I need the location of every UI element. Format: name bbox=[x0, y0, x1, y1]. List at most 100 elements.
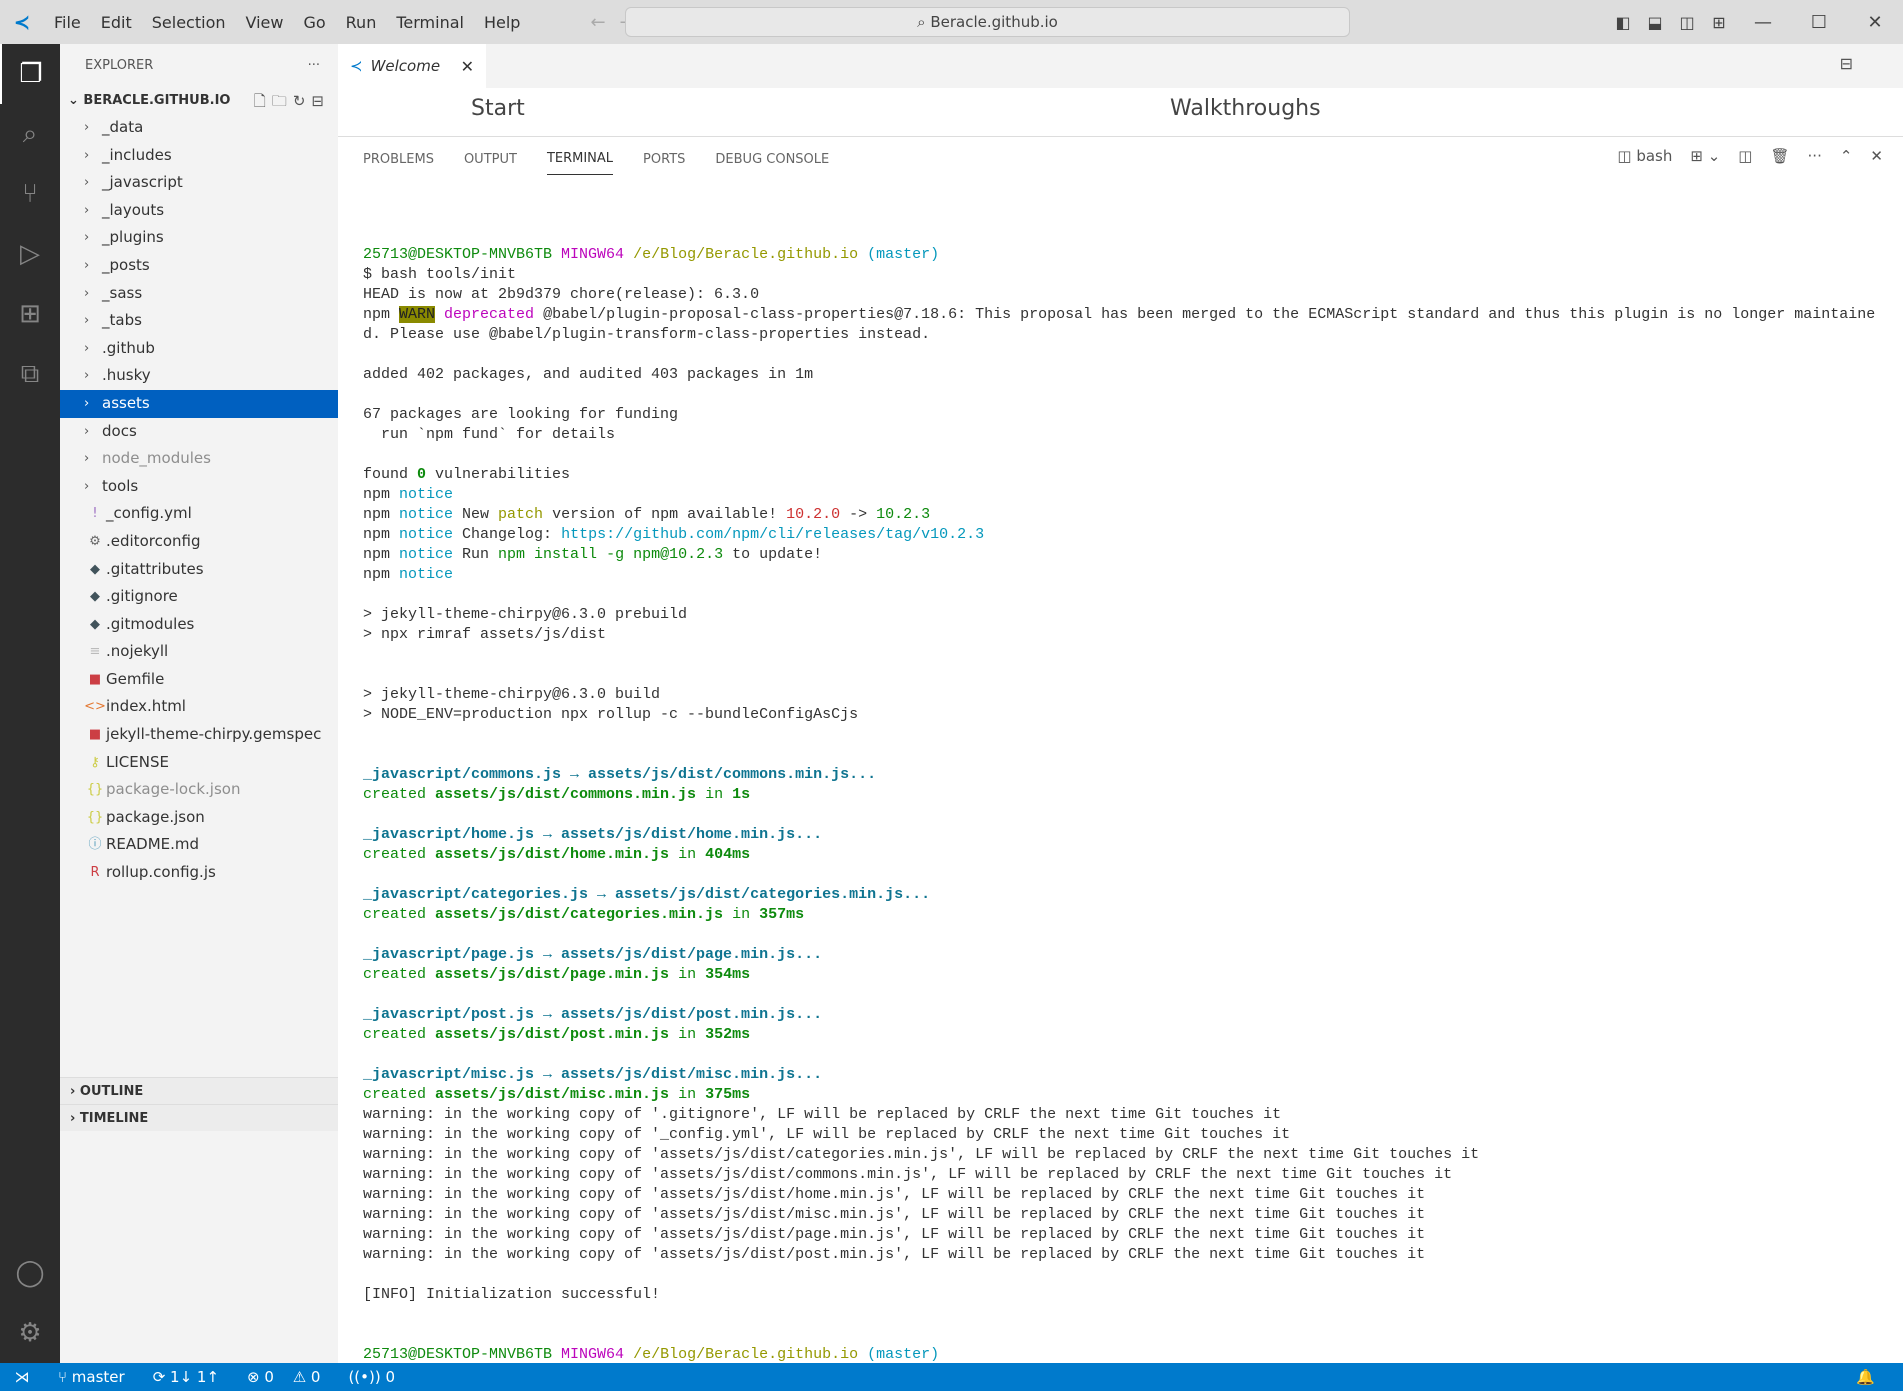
file-item[interactable]: Rrollup.config.js bbox=[60, 859, 338, 887]
file-item[interactable]: <> index.html bbox=[60, 693, 338, 721]
terminal-line: 25713@DESKTOP-MNVB6TB MINGW64 /e/Blog/Be… bbox=[363, 245, 1875, 265]
terminal-shell-selector[interactable]: ◫ bash bbox=[1617, 147, 1672, 165]
terminal-line: npm notice Run npm install -g npm@10.2.3… bbox=[363, 545, 1875, 565]
explorer-sidebar: EXPLORER ··· ⌄ BERACLE.GITHUB.IO 🗋🗀↻⊟ › _d… bbox=[60, 44, 338, 1363]
folder-item[interactable]: › assets bbox=[60, 389, 338, 418]
back-icon[interactable]: ← bbox=[590, 12, 619, 33]
folder-item[interactable]: › node_modules bbox=[60, 445, 338, 473]
new-folder-icon[interactable]: 🗀 bbox=[272, 92, 293, 110]
search-icon[interactable]: ⌕ bbox=[0, 104, 60, 164]
notifications-bell-icon[interactable]: 🔔 bbox=[1856, 1368, 1875, 1386]
remote-explorer-icon[interactable]: ⧉ bbox=[0, 344, 60, 404]
file-item[interactable]: ■ Gemfile bbox=[60, 666, 338, 694]
file-item[interactable]: ◆ .gitattributes bbox=[60, 556, 338, 584]
terminal-text: /e/Blog/Beracle.github.io bbox=[633, 246, 859, 263]
explorer-icon[interactable]: ❐ bbox=[0, 44, 60, 104]
account-icon[interactable]: ◯ bbox=[0, 1243, 60, 1303]
more-actions-icon[interactable]: ··· bbox=[308, 44, 320, 88]
terminal-line: d. Please use @babel/plugin-transform-cl… bbox=[363, 325, 1875, 345]
menu-terminal[interactable]: Terminal bbox=[396, 13, 464, 32]
kill-terminal-icon[interactable]: 🗑 bbox=[1770, 147, 1789, 165]
folder-item[interactable]: › _layouts bbox=[60, 197, 338, 225]
panel-tab-terminal[interactable]: TERMINAL bbox=[546, 143, 614, 175]
folder-item[interactable]: › .github bbox=[60, 335, 338, 363]
customize-layout-icon[interactable]: ⊞ bbox=[1703, 13, 1735, 32]
source-control-icon[interactable]: ⑂ bbox=[0, 164, 60, 224]
file-item[interactable]: {} package.json bbox=[60, 804, 338, 832]
file-item[interactable]: ◆ .gitignore bbox=[60, 583, 338, 611]
folder-item[interactable]: › docs bbox=[60, 418, 338, 446]
menu-help[interactable]: Help bbox=[484, 13, 520, 32]
close-panel-icon[interactable]: ✕ bbox=[1870, 147, 1883, 165]
file-item[interactable]: ⚷ LICENSE bbox=[60, 749, 338, 777]
terminal-output[interactable]: 25713@DESKTOP-MNVB6TB MINGW64 /e/Blog/Be… bbox=[363, 225, 1875, 1385]
item-label: package.json bbox=[106, 807, 205, 826]
panel-tab-debug-console[interactable]: DEBUG CONSOLE bbox=[715, 144, 829, 175]
file-item[interactable]: ! _config.yml bbox=[60, 500, 338, 528]
folder-item[interactable]: › _data bbox=[60, 114, 338, 142]
file-item[interactable]: {} package-lock.json bbox=[60, 776, 338, 804]
close-tab-icon[interactable]: ✕ bbox=[461, 57, 474, 76]
folder-item[interactable]: › _plugins bbox=[60, 224, 338, 252]
chevron-right-icon: › bbox=[84, 175, 90, 191]
split-editor-icon[interactable]: ⊟ bbox=[1840, 54, 1853, 73]
file-item[interactable]: ⓘ README.md bbox=[60, 831, 338, 859]
ports-indicator[interactable]: ((•)) 0 bbox=[348, 1368, 409, 1386]
file-item[interactable]: ≡ .nojekyll bbox=[60, 638, 338, 666]
file-type-icon: ⚷ bbox=[90, 754, 100, 770]
more-actions-icon[interactable]: ··· bbox=[1808, 147, 1822, 165]
minimize-button[interactable]: — bbox=[1735, 12, 1791, 33]
folder-item[interactable]: › .husky bbox=[60, 362, 338, 390]
extensions-icon[interactable]: ⊞ bbox=[0, 284, 60, 344]
new-terminal-dropdown-icon[interactable]: ⊞ ⌄ bbox=[1690, 147, 1720, 165]
settings-gear-icon[interactable]: ⚙ bbox=[0, 1303, 60, 1363]
problems-indicator[interactable]: ⊗ 0 ⚠ 0 bbox=[247, 1368, 334, 1386]
refresh-icon[interactable]: ↻ bbox=[293, 92, 312, 110]
menu-selection[interactable]: Selection bbox=[152, 13, 226, 32]
maximize-button[interactable]: ☐ bbox=[1791, 12, 1847, 33]
panel-tab-problems[interactable]: PROBLEMS bbox=[363, 144, 434, 175]
new-file-icon[interactable]: 🗋 bbox=[254, 92, 272, 110]
folder-item[interactable]: › _posts bbox=[60, 252, 338, 280]
command-center-search[interactable]: ⌕ Beracle.github.io bbox=[625, 7, 1350, 37]
panel-tab-output[interactable]: OUTPUT bbox=[464, 144, 517, 175]
file-item[interactable]: ■ jekyll-theme-chirpy.gemspec bbox=[60, 721, 338, 749]
folder-item[interactable]: › _javascript bbox=[60, 169, 338, 197]
menu-run[interactable]: Run bbox=[346, 13, 377, 32]
folder-item[interactable]: › tools bbox=[60, 473, 338, 501]
folder-item[interactable]: › _includes bbox=[60, 142, 338, 170]
menu-view[interactable]: View bbox=[246, 13, 284, 32]
panel-tab-ports[interactable]: PORTS bbox=[643, 144, 685, 175]
file-item[interactable]: ⚙ .editorconfig bbox=[60, 528, 338, 556]
branch-indicator[interactable]: ⑂ master bbox=[58, 1368, 139, 1386]
menu-edit[interactable]: Edit bbox=[101, 13, 132, 32]
toggle-panel-icon[interactable]: ⬓ bbox=[1639, 13, 1671, 32]
menu-go[interactable]: Go bbox=[303, 13, 325, 32]
item-label: _sass bbox=[102, 283, 143, 302]
item-label: _config.yml bbox=[106, 504, 192, 523]
toggle-secondary-sidebar-icon[interactable]: ◫ bbox=[1671, 13, 1703, 32]
collapse-all-icon[interactable]: ⊟ bbox=[311, 92, 330, 110]
item-label: _data bbox=[102, 118, 144, 136]
menu-file[interactable]: File bbox=[54, 13, 81, 32]
file-type-icon: ⓘ bbox=[88, 837, 102, 853]
folder-item[interactable]: › _sass bbox=[60, 280, 338, 308]
terminal-text: (master) bbox=[867, 1346, 940, 1363]
timeline-section[interactable]: › TIMELINE bbox=[60, 1104, 338, 1131]
close-window-button[interactable]: ✕ bbox=[1847, 12, 1903, 33]
welcome-page: Start Walkthroughs bbox=[338, 88, 1903, 136]
run-debug-icon[interactable]: ▷ bbox=[0, 224, 60, 284]
split-terminal-icon[interactable]: ◫ bbox=[1738, 147, 1752, 165]
folder-item[interactable]: › _tabs bbox=[60, 307, 338, 335]
outline-section[interactable]: › OUTLINE bbox=[60, 1077, 338, 1104]
tab-welcome[interactable]: ≺ Welcome ✕ bbox=[338, 44, 486, 88]
file-item[interactable]: ◆ .gitmodules bbox=[60, 611, 338, 639]
sync-indicator[interactable]: ⟳ 1↓ 1↑ bbox=[153, 1368, 233, 1386]
workspace-root[interactable]: ⌄ BERACLE.GITHUB.IO 🗋🗀↻⊟ bbox=[60, 88, 338, 114]
file-type-icon: {} bbox=[86, 782, 104, 798]
maximize-panel-icon[interactable]: ⌃ bbox=[1840, 147, 1853, 165]
toggle-sidebar-icon[interactable]: ◧ bbox=[1607, 13, 1639, 32]
remote-indicator-icon[interactable]: ⋊ bbox=[0, 1368, 44, 1386]
